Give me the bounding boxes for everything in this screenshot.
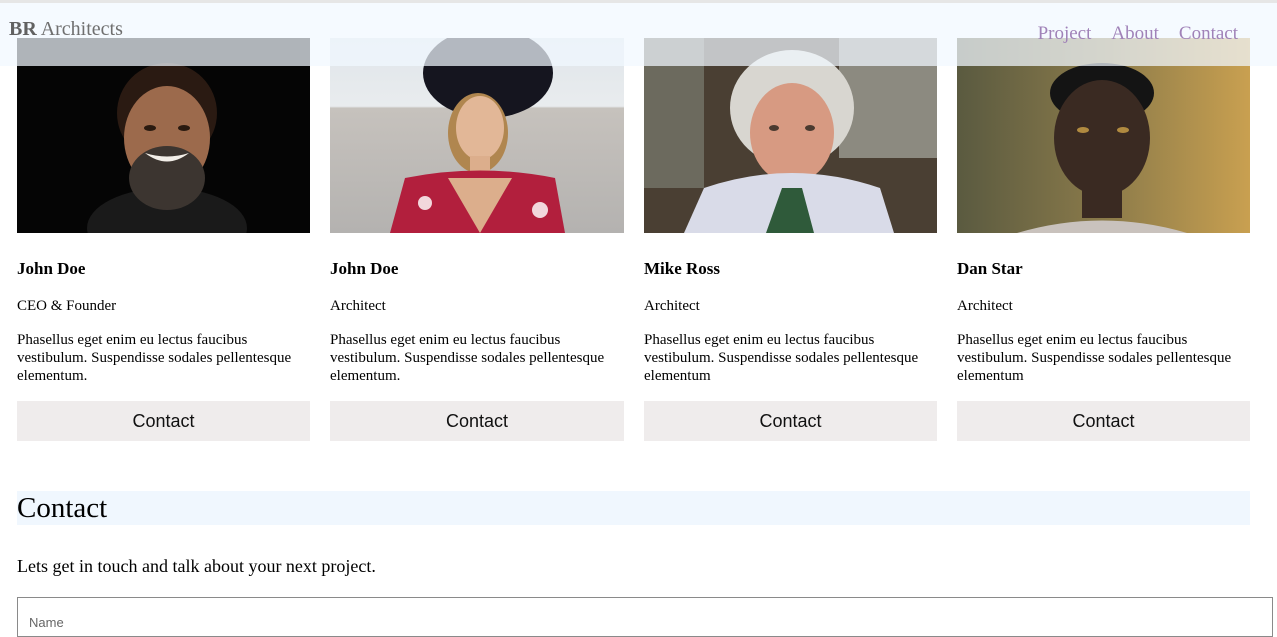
team-card: John Doe CEO & Founder Phasellus eget en…	[17, 38, 310, 441]
team-member-name: Dan Star	[957, 259, 1023, 278]
contact-button[interactable]: Contact	[957, 401, 1250, 441]
contact-button[interactable]: Contact	[330, 401, 624, 441]
nav-link-about[interactable]: About	[1111, 23, 1159, 45]
contact-intro-text: Lets get in touch and talk about your ne…	[17, 556, 376, 576]
team-member-description: Phasellus eget enim eu lectus faucibus v…	[17, 332, 292, 384]
team-member-name: John Doe	[330, 259, 399, 278]
team-member-description: Phasellus eget enim eu lectus faucibus v…	[957, 332, 1232, 384]
team-member-role: Architect	[957, 298, 1013, 314]
brand-bold: BR	[9, 18, 37, 40]
contact-button[interactable]: Contact	[17, 401, 310, 441]
team-member-description: Phasellus eget enim eu lectus faucibus v…	[644, 332, 919, 384]
team-card: Dan Star Architect Phasellus eget enim e…	[957, 38, 1250, 441]
contact-heading: Contact	[17, 491, 1250, 525]
name-input[interactable]	[17, 597, 1273, 637]
team-card: John Doe Architect Phasellus eget enim e…	[330, 38, 624, 441]
team-member-name: Mike Ross	[644, 259, 721, 278]
nav-links: Project About Contact	[1038, 23, 1238, 45]
team-section: John Doe CEO & Founder Phasellus eget en…	[17, 38, 1250, 441]
team-card: Mike Ross Architect Phasellus eget enim …	[644, 38, 937, 441]
team-member-photo	[957, 38, 1250, 233]
nav-link-contact[interactable]: Contact	[1179, 23, 1238, 45]
team-member-name: John Doe	[17, 259, 86, 278]
team-member-photo	[644, 38, 937, 233]
contact-button[interactable]: Contact	[644, 401, 937, 441]
navbar: BR Architects Project About Contact	[0, 3, 1277, 66]
nav-link-project[interactable]: Project	[1038, 23, 1092, 45]
brand-rest: Architects	[36, 18, 123, 40]
team-member-description: Phasellus eget enim eu lectus faucibus v…	[330, 332, 605, 384]
team-member-role: Architect	[330, 298, 386, 314]
team-member-role: Architect	[644, 298, 700, 314]
team-member-photo	[17, 38, 310, 233]
team-member-photo	[330, 38, 624, 233]
team-member-role: CEO & Founder	[17, 298, 117, 314]
brand-logo[interactable]: BR Architects	[9, 18, 123, 41]
